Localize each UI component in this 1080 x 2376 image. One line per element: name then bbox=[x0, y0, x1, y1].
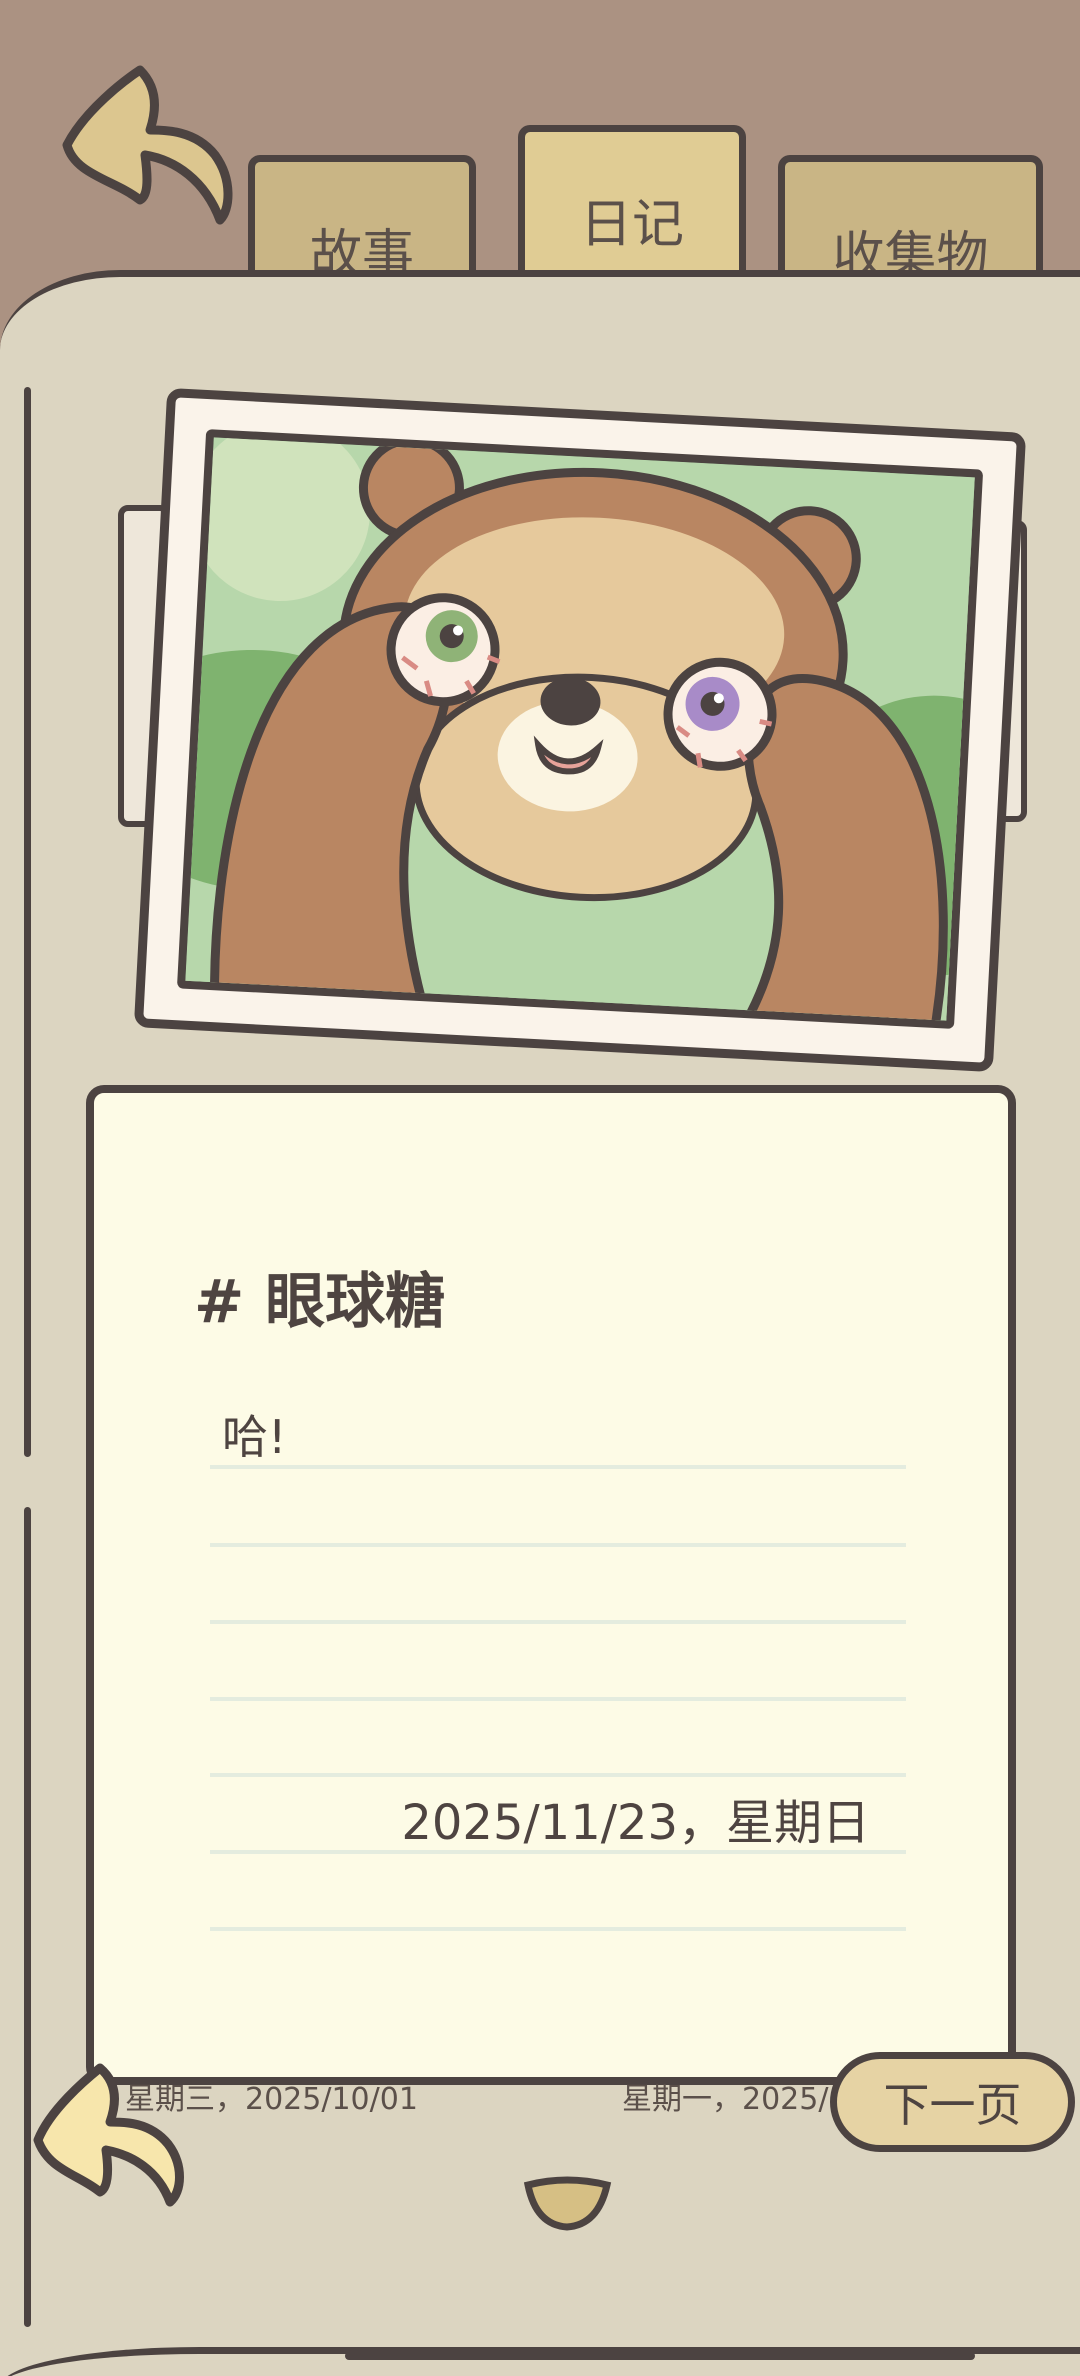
next-entry-date: 星期一，2025/ bbox=[622, 2082, 829, 2117]
entry-text: 哈! bbox=[222, 1410, 287, 1464]
bear-holding-eyeballs-icon bbox=[184, 437, 984, 1029]
ruled-line bbox=[210, 1543, 906, 1547]
entry-date: 2025/11/23，星期日 bbox=[401, 1795, 870, 1851]
diary-photo-frame bbox=[133, 387, 1027, 1073]
tab-story[interactable]: 故事 bbox=[248, 155, 476, 285]
ruled-line bbox=[210, 1697, 906, 1701]
diary-screen: 故事 日记 收集物 # 眼球糖 哈! 2025/11/23，星期日 星期三，20… bbox=[0, 0, 1080, 2376]
prev-page-arrow-icon[interactable] bbox=[30, 2060, 200, 2210]
ruled-line bbox=[210, 1773, 906, 1777]
ruled-line bbox=[210, 1465, 906, 1469]
tab-diary[interactable]: 日记 bbox=[518, 125, 746, 285]
back-arrow-icon[interactable] bbox=[55, 60, 235, 230]
entry-title: # 眼球糖 bbox=[194, 1267, 446, 1337]
ruled-line bbox=[210, 1620, 906, 1624]
next-page-label: 下一页 bbox=[883, 2078, 1022, 2132]
page-indicator-icon bbox=[523, 2176, 612, 2231]
bottom-edge-curve bbox=[0, 2347, 1080, 2376]
spine-top bbox=[24, 387, 31, 1457]
diary-photo bbox=[176, 429, 984, 1029]
next-page-button[interactable]: 下一页 bbox=[830, 2052, 1075, 2152]
diary-entry-card: # 眼球糖 哈! 2025/11/23，星期日 bbox=[86, 1085, 1016, 2085]
tab-diary-label: 日记 bbox=[579, 195, 684, 255]
tab-collection[interactable]: 收集物 bbox=[778, 155, 1043, 287]
ruled-line bbox=[210, 1927, 906, 1931]
